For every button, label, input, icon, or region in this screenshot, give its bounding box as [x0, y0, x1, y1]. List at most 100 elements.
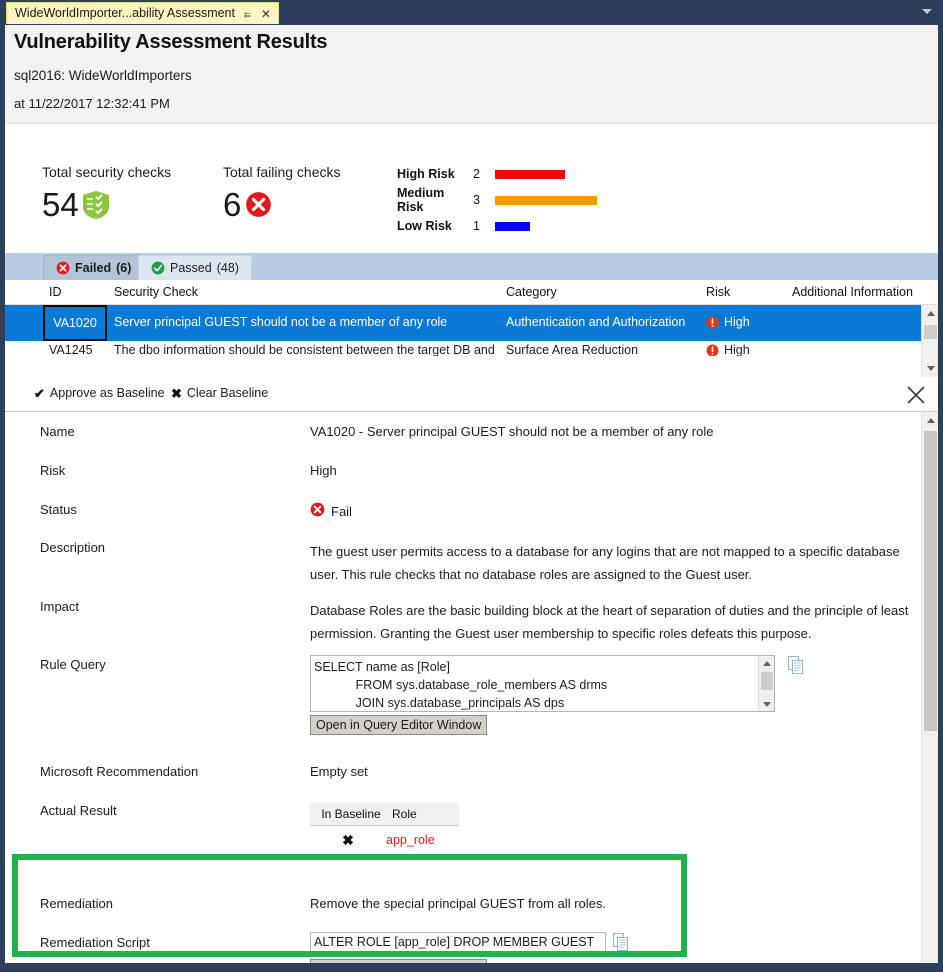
detail-name-label: Name — [40, 424, 75, 439]
row-id-value: VA1020 — [53, 316, 97, 330]
detail-remediation-script-label: Remediation Script — [40, 935, 150, 950]
risk-count-low: 1 — [473, 219, 495, 233]
tab-failed-label: Failed — [75, 261, 111, 275]
total-security-checks-stat: Total security checks 54 — [42, 164, 171, 221]
clear-baseline-label: Clear Baseline — [187, 386, 268, 400]
column-header-id: ID — [49, 285, 62, 299]
total-failing-checks-stat: Total failing checks 6 — [223, 164, 341, 221]
actual-result-table: In Baseline Role ✖ app_role — [310, 803, 459, 855]
tab-passed-label: Passed — [170, 261, 212, 275]
column-header-category: Category — [506, 285, 557, 299]
risk-label-low: Low Risk — [397, 219, 473, 233]
rule-query-textbox[interactable]: SELECT name as [Role] FROM sys.database_… — [310, 655, 775, 712]
detail-actual-result-label: Actual Result — [40, 803, 117, 818]
error-circle-icon — [245, 191, 272, 218]
risk-bar-medium — [495, 196, 597, 205]
report-header: Vulnerability Assessment Results sql2016… — [5, 25, 938, 124]
results-table: ID Security Check Category Risk Addition… — [5, 280, 938, 377]
detail-pane: Name VA1020 - Server principal GUEST sho… — [5, 412, 938, 963]
scroll-down-icon[interactable] — [759, 697, 775, 711]
copy-icon[interactable] — [788, 656, 804, 674]
total-security-checks-value: 54 — [42, 188, 79, 221]
actual-result-role-value: app_role — [386, 833, 459, 847]
risk-warning-icon — [706, 316, 719, 329]
scroll-up-icon[interactable] — [922, 412, 938, 429]
row-risk-value: High — [724, 343, 750, 356]
detail-impact-value: Database Roles are the basic building bl… — [310, 599, 922, 645]
row-security-check: The dbo information should be consistent… — [114, 343, 495, 356]
detail-recommendation-label: Microsoft Recommendation — [40, 764, 198, 779]
error-circle-icon — [310, 502, 325, 520]
results-tabstrip: Failed (6) Passed (48) — [5, 253, 938, 280]
results-table-scrollbar[interactable] — [921, 305, 938, 377]
rule-query-open-editor-button[interactable]: Open in Query Editor Window — [310, 715, 487, 735]
detail-status-value: Fail — [331, 504, 352, 519]
row-risk: High — [706, 315, 750, 329]
shield-check-icon — [83, 191, 109, 219]
tab-passed-count: (48) — [217, 261, 239, 275]
total-failing-checks-value: 6 — [223, 188, 241, 221]
detail-risk-value: High — [310, 463, 337, 478]
column-header-in-baseline: In Baseline — [310, 803, 386, 825]
document-tab[interactable]: WideWorldImporter...ability Assessment ⫢… — [6, 2, 279, 24]
row-risk-value: High — [724, 315, 750, 329]
in-baseline-x-icon: ✖ — [310, 832, 386, 849]
scrollbar-thumb[interactable] — [924, 325, 937, 339]
row-security-check: Server principal GUEST should not be a m… — [114, 315, 447, 329]
scroll-up-icon[interactable] — [922, 305, 938, 322]
detail-impact-label: Impact — [40, 599, 79, 614]
actual-result-table-header: In Baseline Role — [310, 803, 459, 826]
table-row[interactable]: VA1245 The dbo information should be con… — [5, 341, 938, 356]
row-id-cell: VA1020 — [43, 305, 107, 341]
detail-description-value: The guest user permits access to a datab… — [310, 540, 910, 586]
check-circle-icon — [151, 261, 165, 275]
rule-query-text: SELECT name as [Role] FROM sys.database_… — [314, 658, 607, 712]
x-icon: ✖ — [171, 387, 182, 400]
column-header-role: Role — [386, 803, 459, 825]
row-id-value: VA1245 — [49, 343, 93, 356]
clear-baseline-button[interactable]: ✖ Clear Baseline — [171, 386, 268, 400]
scroll-down-icon[interactable] — [922, 360, 938, 377]
risk-label-high: High Risk — [397, 167, 473, 181]
total-security-checks-label: Total security checks — [42, 164, 171, 180]
remediation-open-editor-button[interactable]: Open in Query Editor Window — [310, 959, 487, 963]
rule-query-scrollbar[interactable] — [758, 656, 774, 711]
row-risk: High — [706, 343, 750, 356]
close-icon[interactable]: ✕ — [260, 8, 272, 20]
table-row[interactable]: VA1020 Server principal GUEST should not… — [5, 305, 938, 341]
detail-name-value: VA1020 - Server principal GUEST should n… — [310, 424, 713, 439]
column-header-additional-information: Additional Information — [792, 285, 913, 299]
detail-recommendation-value: Empty set — [310, 764, 368, 779]
detail-remediation-value: Remove the special principal GUEST from … — [310, 896, 606, 911]
risk-count-high: 2 — [473, 167, 495, 181]
tab-passed[interactable]: Passed (48) — [138, 255, 252, 280]
detail-toolbar: ✔ Approve as Baseline ✖ Clear Baseline — [5, 378, 938, 412]
approve-as-baseline-button[interactable]: ✔ Approve as Baseline — [34, 386, 165, 400]
risk-count-medium: 3 — [473, 193, 495, 207]
scrollbar-thumb[interactable] — [761, 672, 773, 690]
risk-label-medium: Medium Risk — [397, 186, 473, 214]
risk-row-high: High Risk 2 — [397, 161, 597, 187]
page-title: Vulnerability Assessment Results — [14, 31, 327, 54]
scan-timestamp: at 11/22/2017 12:32:41 PM — [14, 96, 170, 111]
results-table-header: ID Security Check Category Risk Addition… — [5, 280, 938, 305]
risk-row-medium: Medium Risk 3 — [397, 187, 597, 213]
tab-failed[interactable]: Failed (6) — [43, 255, 144, 280]
pin-icon[interactable]: ⫢ — [243, 8, 252, 20]
table-row[interactable]: ✖ app_role — [310, 826, 459, 855]
total-failing-checks-label: Total failing checks — [223, 164, 341, 180]
check-icon: ✔ — [34, 387, 45, 400]
copy-icon[interactable] — [613, 933, 629, 951]
risk-bar-low — [495, 222, 530, 231]
remediation-script-text: ALTER ROLE [app_role] DROP MEMBER GUEST — [314, 935, 594, 949]
remediation-script-textbox[interactable]: ALTER ROLE [app_role] DROP MEMBER GUEST — [310, 932, 606, 954]
close-detail-icon[interactable] — [905, 384, 927, 406]
summary-band: Total security checks 54 T — [5, 124, 938, 246]
chevron-down-icon[interactable] — [922, 9, 932, 14]
scrollbar-thumb[interactable] — [924, 431, 937, 731]
risk-breakdown-list: High Risk 2 Medium Risk 3 Low Risk 1 — [397, 161, 597, 239]
scroll-up-icon[interactable] — [759, 656, 775, 670]
approve-as-baseline-label: Approve as Baseline — [50, 386, 165, 400]
detail-pane-scrollbar[interactable] — [921, 412, 938, 963]
window-titlebar: WideWorldImporter...ability Assessment ⫢… — [0, 0, 943, 25]
